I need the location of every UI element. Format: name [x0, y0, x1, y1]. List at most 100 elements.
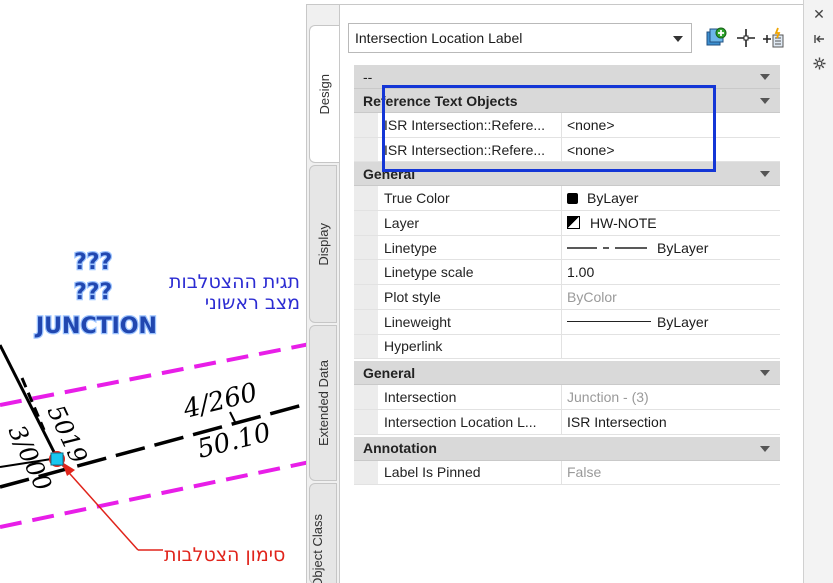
linetype-preview-icon: [567, 246, 647, 249]
property-value: ByLayer: [657, 239, 709, 256]
layer-value[interactable]: HW-NOTE: [562, 211, 780, 235]
category-general-2[interactable]: General: [354, 361, 780, 386]
tab-display[interactable]: Display: [309, 165, 337, 323]
palette-content: Intersection Location Label -- Reference…: [339, 5, 804, 583]
linetype-value[interactable]: ByLayer: [562, 236, 780, 260]
close-icon[interactable]: ✕: [812, 7, 826, 23]
property-value[interactable]: ISR Intersection: [562, 410, 780, 434]
row-gutter: [354, 186, 378, 211]
style-dropdown-value: Intersection Location Label: [355, 30, 523, 46]
property-name: Lineweight: [378, 309, 562, 334]
property-row-hyperlink[interactable]: Hyperlink: [354, 334, 780, 360]
property-value[interactable]: <none>: [562, 138, 780, 162]
category-reference-text-objects[interactable]: Reference Text Objects: [354, 89, 780, 113]
station-text: 4/260: [179, 378, 260, 425]
property-name: ISR Intersection::Refere...: [378, 137, 562, 162]
row-gutter: [354, 334, 378, 359]
hebrew-marker-label: סימון הצטלבות: [164, 544, 286, 566]
tab-design[interactable]: Design: [309, 25, 339, 163]
chevron-down-icon: [760, 171, 770, 178]
drawing-canvas[interactable]: ??? ??? JUNCTION 4/260 50.10 5019 3/000 …: [0, 0, 310, 583]
category-reference-label: Reference Text Objects: [363, 92, 518, 109]
row-gutter: [354, 260, 378, 285]
intersection-marker[interactable]: [50, 452, 64, 466]
property-value: ByColor: [567, 288, 617, 305]
settings-icon[interactable]: [812, 56, 826, 70]
row-gutter: [354, 113, 378, 137]
property-row-intersection-location-label[interactable]: Intersection Location L... ISR Intersect…: [354, 409, 780, 435]
layer-icon: [567, 216, 580, 230]
property-name: True Color: [378, 186, 562, 211]
true-color-value[interactable]: ByLayer: [562, 186, 780, 210]
tab-object-class-label: Object Class: [310, 514, 325, 583]
tab-design-label: Design: [317, 73, 332, 115]
property-row-intersection[interactable]: Intersection Junction - (3): [354, 385, 780, 410]
add-style-icon[interactable]: [704, 26, 728, 50]
property-row-label-is-pinned[interactable]: Label Is Pinned False: [354, 460, 780, 486]
property-name: Intersection: [378, 385, 562, 409]
property-value: HW-NOTE: [590, 214, 657, 231]
label-question-2: ???: [74, 280, 112, 305]
tab-extended-data-label: Extended Data: [315, 359, 331, 446]
auto-hide-icon[interactable]: [812, 32, 826, 46]
properties-palette: Design Display Extended Data Object Clas…: [306, 4, 804, 583]
property-row-layer[interactable]: Layer HW-NOTE: [354, 211, 780, 236]
road-edge-upper: [0, 342, 310, 407]
category-annotation-label: Annotation: [363, 440, 437, 457]
hebrew-label-line2: מצב ראשוני: [204, 292, 300, 314]
property-name: Linetype scale: [378, 260, 562, 285]
tab-object-class[interactable]: Object Class: [309, 483, 337, 583]
property-value: ByLayer: [587, 190, 639, 207]
row-gutter: [354, 235, 378, 260]
property-value: ByLayer: [657, 313, 709, 330]
category-general-2-label: General: [363, 364, 416, 381]
property-row[interactable]: ISR Intersection::Refere... <none>: [354, 137, 780, 163]
crosshair-icon[interactable]: [734, 26, 758, 50]
property-name: Plot style: [378, 285, 562, 309]
property-row-linetype[interactable]: Linetype ByLayer: [354, 235, 780, 261]
category-annotation[interactable]: Annotation: [354, 436, 780, 461]
row-gutter: [354, 409, 378, 434]
row-gutter: [354, 137, 378, 162]
palette-tabstrip: Design Display Extended Data Object Clas…: [307, 5, 339, 583]
color-swatch-icon: [567, 192, 578, 204]
palette-title-strip: ✕: [803, 0, 833, 583]
property-value[interactable]: <none>: [562, 113, 780, 137]
leader-line: [61, 464, 139, 551]
chevron-down-icon: [673, 36, 683, 42]
property-name: Linetype: [378, 235, 562, 260]
property-value[interactable]: [562, 335, 780, 359]
property-name: Label Is Pinned: [378, 460, 562, 485]
lineweight-preview-icon: [567, 321, 651, 323]
property-name: Layer: [378, 211, 562, 235]
category-top[interactable]: --: [354, 65, 780, 89]
quick-select-icon[interactable]: [762, 26, 786, 50]
row-gutter: [354, 309, 378, 334]
row-gutter: [354, 385, 378, 409]
property-row-true-color[interactable]: True Color ByLayer: [354, 186, 780, 212]
chevron-down-icon: [760, 74, 770, 80]
property-name: Intersection Location L...: [378, 409, 562, 434]
category-general[interactable]: General: [354, 162, 780, 187]
label-question-1: ???: [74, 250, 112, 275]
property-row[interactable]: ISR Intersection::Refere... <none>: [354, 113, 780, 138]
hebrew-label-line1: תגית ההצטלבות: [169, 271, 300, 293]
property-name: ISR Intersection::Refere...: [378, 113, 562, 137]
row-gutter: [354, 211, 378, 235]
property-value[interactable]: 1.00: [562, 260, 780, 284]
property-value: False: [567, 464, 602, 481]
property-row-linetype-scale[interactable]: Linetype scale 1.00: [354, 260, 780, 286]
tab-extended-data[interactable]: Extended Data: [309, 325, 337, 481]
category-general-label: General: [363, 165, 416, 182]
lineweight-value[interactable]: ByLayer: [562, 310, 780, 334]
property-row-plot-style[interactable]: Plot style ByColor: [354, 285, 780, 310]
property-grid: -- Reference Text Objects ISR Intersecti…: [354, 65, 780, 486]
category-top-label: --: [363, 68, 373, 85]
chevron-down-icon: [760, 445, 770, 452]
row-gutter: [354, 285, 378, 309]
chevron-down-icon: [760, 98, 770, 104]
style-dropdown[interactable]: Intersection Location Label: [348, 23, 692, 53]
chevron-down-icon: [760, 370, 770, 377]
property-row-lineweight[interactable]: Lineweight ByLayer: [354, 309, 780, 335]
label-junction: JUNCTION: [34, 314, 157, 339]
